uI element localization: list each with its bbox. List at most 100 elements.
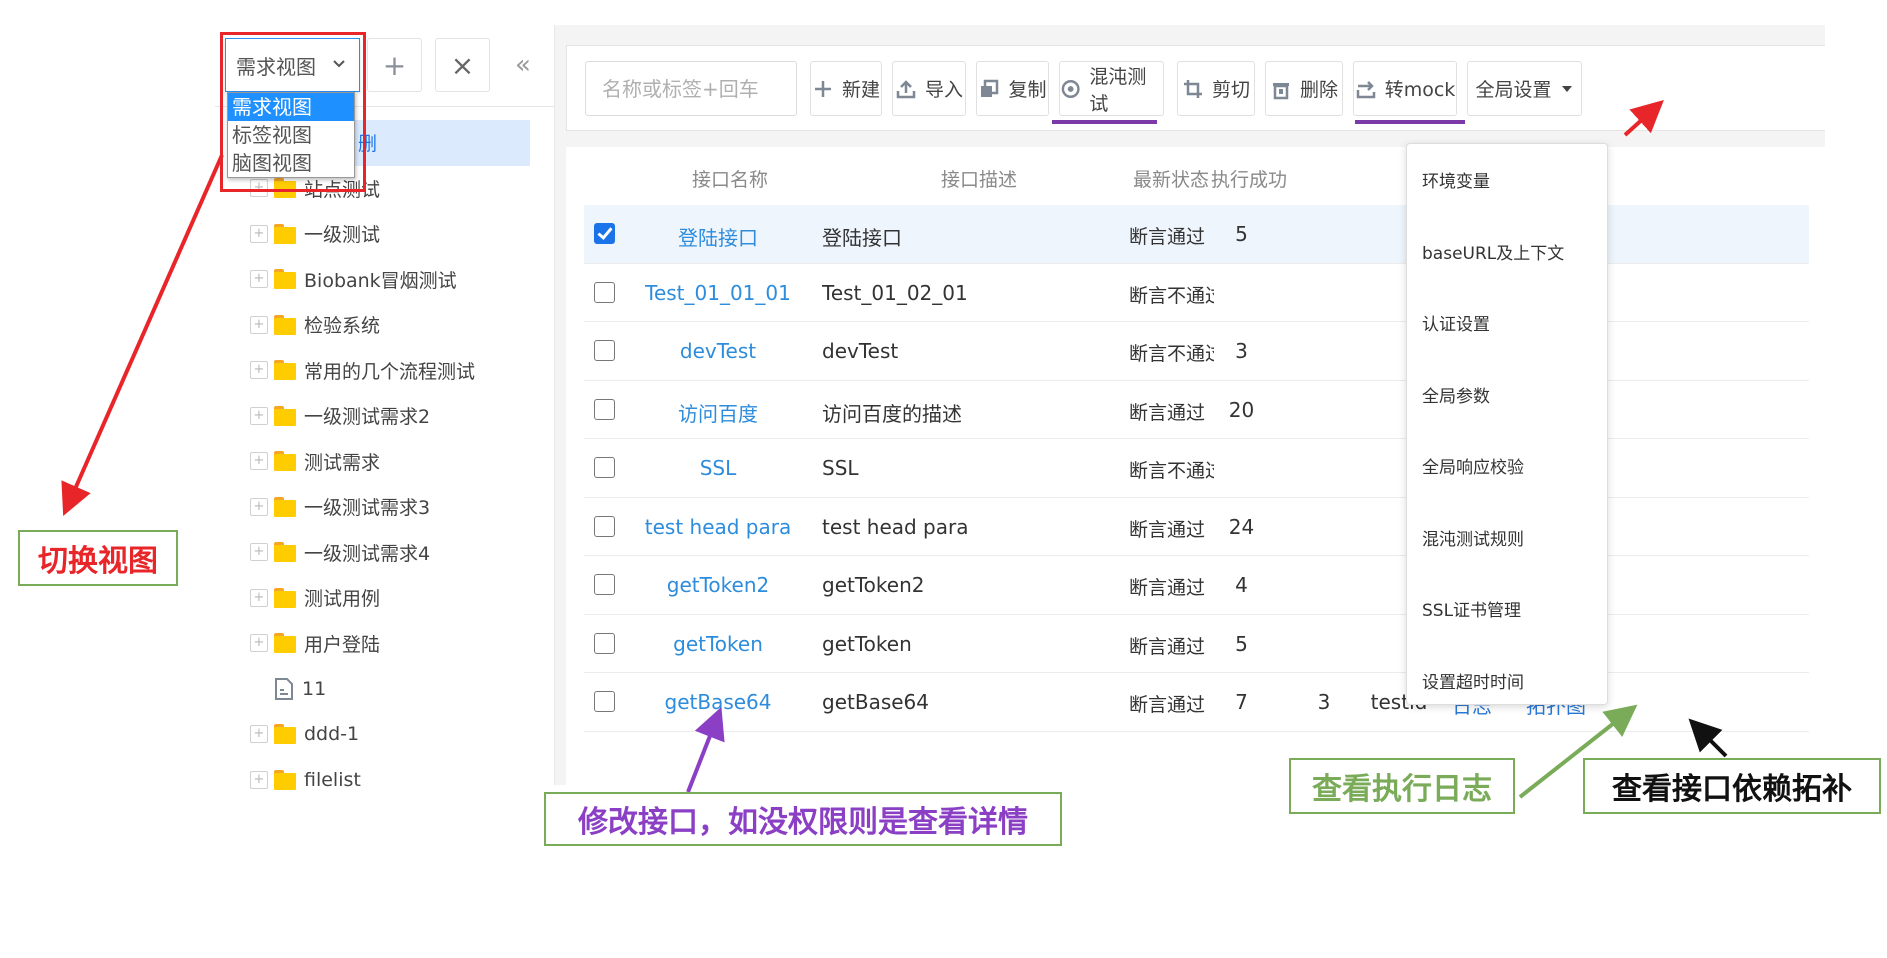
interface-name-link[interactable]: 访问百度 (628, 398, 808, 427)
tree-item-label: 一级测试需求3 (304, 497, 431, 520)
interface-name-link[interactable]: 登陆接口 (628, 222, 808, 251)
tree-item[interactable]: + 测试用例 (215, 575, 555, 621)
new-button[interactable]: 新建 (810, 61, 882, 116)
expand-icon[interactable]: + (250, 315, 268, 334)
row-checkbox[interactable] (594, 398, 615, 420)
delete-node-button[interactable]: × (435, 38, 490, 92)
tree-item-label: 11 (302, 677, 327, 700)
view-select[interactable]: 需求视图 (225, 38, 360, 92)
import-button[interactable]: 导入 (892, 61, 966, 116)
tree-item[interactable]: + 一级测试需求3 (215, 484, 555, 530)
latest-status: 断言不通过 (1129, 460, 1214, 482)
row-checkbox[interactable] (594, 574, 615, 595)
tree-item-file[interactable]: 11 (215, 666, 555, 712)
chaos-test-button[interactable]: 混沌测试 (1059, 61, 1164, 116)
add-node-button[interactable]: + (367, 38, 422, 92)
row-checkbox[interactable] (594, 691, 615, 712)
menu-item-global-params[interactable]: 全局参数 (1407, 359, 1607, 431)
delete-button[interactable]: 删除 (1265, 61, 1343, 116)
row-checkbox[interactable] (594, 632, 615, 654)
tree-item[interactable]: + 常用的几个流程测试 (215, 348, 555, 394)
expand-icon[interactable]: + (250, 725, 268, 744)
sidebar: 需求视图 + × « 需求视图 标签视图 脑图视图 删 + 站点测试 + 一级测试 … (215, 25, 555, 791)
tree-item[interactable]: + 检验系统 (215, 302, 555, 348)
tree-item-label: 测试用例 (304, 588, 381, 611)
menu-item-auth[interactable]: 认证设置 (1407, 287, 1607, 359)
expand-icon[interactable]: + (250, 634, 268, 653)
tree-item[interactable]: + 测试需求 (215, 439, 555, 485)
tree-item[interactable]: + ddd-1 (215, 712, 555, 758)
interface-name-link[interactable]: test head para (628, 515, 808, 539)
table-row: getBase64 getBase64 断言通过 7 3 testid 日志 拓扑图 (584, 673, 1809, 732)
copy-button[interactable]: 复制 (976, 61, 1049, 116)
collapse-sidebar-button[interactable]: « (515, 50, 531, 80)
menu-item-env-vars[interactable]: 环境变量 (1407, 144, 1607, 216)
tree-item[interactable]: + filelist (215, 757, 555, 803)
menu-item-baseurl[interactable]: baseURL及上下文 (1407, 216, 1607, 288)
interface-desc: 登陆接口 (822, 226, 902, 250)
to-mock-button[interactable]: 转mock (1353, 61, 1457, 116)
expand-icon[interactable]: + (250, 361, 268, 380)
global-settings-label: 全局设置 (1475, 79, 1552, 101)
double-chevron-left-icon: « (515, 50, 531, 80)
plus-icon (814, 80, 831, 97)
row-checkbox[interactable] (594, 457, 615, 478)
table-row: 访问百度访问百度的描述断言通过20日志拓扑图 (584, 381, 1809, 439)
interface-name-link[interactable]: Test_01_01_01 (628, 281, 808, 305)
interface-desc: 访问百度的描述 (822, 401, 962, 426)
expand-icon[interactable]: + (250, 224, 268, 243)
tree-item-label: 一级测试需求4 (304, 542, 431, 565)
chevron-down-icon (333, 60, 345, 68)
main-panel: 新建 导入 复制 混沌测试 剪切 删除 转mock 全局设置 (555, 25, 1825, 785)
extra-count: 3 (1317, 690, 1331, 714)
tree-item[interactable]: + 一级测试需求4 (215, 530, 555, 576)
menu-item-timeout[interactable]: 设置超时时间 (1407, 645, 1607, 705)
view-option-tag[interactable]: 标签视图 (228, 121, 354, 149)
col-header-desc: 接口描述 (941, 169, 1018, 191)
menu-item-response-check[interactable]: 全局响应校验 (1407, 430, 1607, 502)
expand-icon[interactable]: + (250, 406, 268, 425)
requirement-tree: 删 + 站点测试 + 一级测试 + Biobank冒烟测试 + 检验系统 + 常用的几个流… (215, 120, 555, 803)
table-row: test head paratest head para断言通过24日志拓扑图 (584, 498, 1809, 556)
chaos-test-underline (1052, 120, 1157, 124)
row-checkbox[interactable] (594, 515, 615, 537)
chaos-test-button-label: 混沌测试 (1089, 65, 1147, 115)
cut-button[interactable]: 剪切 (1177, 61, 1255, 116)
interface-desc: Test_01_02_01 (822, 280, 968, 305)
sidebar-header: 需求视图 + × « 需求视图 标签视图 脑图视图 (215, 25, 555, 178)
latest-status: 断言通过 (1129, 226, 1206, 248)
success-count: 3 (1235, 339, 1248, 363)
interface-name-link[interactable]: getToken (628, 632, 808, 656)
interface-name-link[interactable]: SSL (628, 456, 808, 480)
tree-item-label: 一级测试 (304, 224, 381, 247)
folder-icon (274, 451, 296, 472)
expand-icon[interactable]: + (250, 588, 268, 607)
row-checkbox[interactable] (594, 340, 615, 361)
interface-desc: getToken2 (822, 573, 925, 597)
expand-icon[interactable]: + (250, 497, 268, 516)
row-checkbox[interactable] (594, 223, 615, 244)
target-icon (1061, 79, 1080, 98)
interface-name-link[interactable]: getToken2 (628, 573, 808, 597)
search-input[interactable] (585, 61, 797, 116)
interface-name-link[interactable]: getBase64 (628, 690, 808, 714)
view-option-requirement[interactable]: 需求视图 (228, 93, 354, 121)
interface-name-link[interactable]: devTest (628, 339, 808, 363)
global-settings-button[interactable]: 全局设置 (1467, 61, 1582, 116)
tree-item[interactable]: + Biobank冒烟测试 (215, 257, 555, 303)
tree-item[interactable]: + 用户登陆 (215, 621, 555, 667)
view-option-mindmap[interactable]: 脑图视图 (228, 149, 354, 177)
menu-item-ssl[interactable]: SSL证书管理 (1407, 573, 1607, 645)
row-checkbox[interactable] (594, 281, 615, 303)
expand-icon[interactable]: + (250, 770, 268, 789)
tree-item[interactable]: + 一级测试 (215, 211, 555, 257)
expand-icon[interactable]: + (250, 452, 268, 471)
expand-icon[interactable]: + (250, 543, 268, 562)
expand-icon[interactable]: + (250, 179, 268, 198)
expand-icon[interactable]: + (250, 270, 268, 289)
folder-icon (274, 633, 296, 654)
annotation-view-topology: 查看接口依赖拓补 (1583, 758, 1881, 814)
tree-item[interactable]: + 一级测试需求2 (215, 393, 555, 439)
menu-item-chaos-rules[interactable]: 混沌测试规则 (1407, 502, 1607, 574)
annotation-switch-view: 切换视图 (18, 530, 178, 586)
